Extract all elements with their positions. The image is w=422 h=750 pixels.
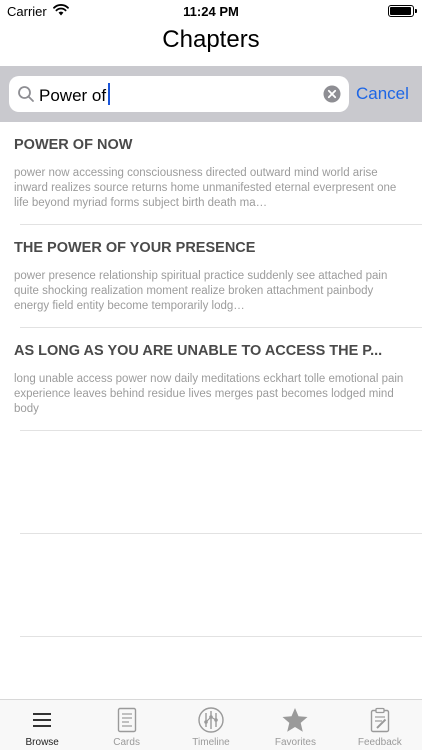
list-item[interactable]: POWER OF NOW power now accessing conscio… (0, 122, 422, 225)
list-icon (33, 713, 52, 727)
tab-cards[interactable]: Cards (84, 700, 168, 750)
list-item-description: long unable access power now daily medit… (14, 373, 404, 415)
list-item[interactable]: AS LONG AS YOU ARE UNABLE TO ACCESS THE … (0, 328, 422, 431)
tab-timeline[interactable]: Timeline (169, 700, 253, 750)
tab-browse[interactable]: Browse (0, 700, 84, 750)
page-title: Chapters (162, 26, 260, 53)
search-text[interactable]: Power of (39, 83, 111, 106)
clipboard-icon (370, 707, 390, 733)
star-icon (282, 708, 308, 732)
tab-bar: Browse Cards Timeline Favorites Feedback (0, 699, 422, 750)
tab-label: Timeline (192, 737, 230, 748)
cards-icon (117, 707, 136, 733)
tab-label: Cards (113, 737, 140, 748)
tab-label: Browse (25, 737, 59, 748)
tab-label: Favorites (274, 737, 316, 748)
list-item-title: AS LONG AS YOU ARE UNABLE TO ACCESS THE … (14, 343, 383, 359)
search-value: Power of (39, 86, 107, 105)
tab-favorites[interactable]: Favorites (253, 700, 337, 750)
empty-row (0, 534, 422, 637)
list-item-description: power presence relationship spiritual pr… (14, 270, 388, 312)
timeline-icon (198, 707, 224, 733)
list-item-title: THE POWER OF YOUR PRESENCE (14, 240, 256, 256)
battery-icon (388, 5, 417, 17)
clock: 11:24 PM (183, 4, 239, 19)
text-caret (108, 83, 111, 105)
search-input[interactable]: Power of (9, 76, 349, 112)
cancel-button[interactable]: Cancel (356, 84, 409, 104)
results-list: POWER OF NOW power now accessing conscio… (0, 122, 422, 637)
clear-icon[interactable] (323, 85, 341, 103)
list-item-title: POWER OF NOW (14, 137, 133, 153)
tab-feedback[interactable]: Feedback (338, 700, 422, 750)
search-bar: Power of Cancel (0, 66, 422, 122)
tab-label: Feedback (357, 737, 402, 748)
list-item[interactable]: THE POWER OF YOUR PRESENCE power presenc… (0, 225, 422, 328)
empty-row (0, 431, 422, 534)
row-divider (20, 636, 422, 637)
status-bar: Carrier 11:24 PM (0, 0, 422, 22)
list-item-description: power now accessing consciousness direct… (14, 167, 397, 209)
search-icon (18, 86, 34, 102)
battery-level (390, 7, 411, 15)
